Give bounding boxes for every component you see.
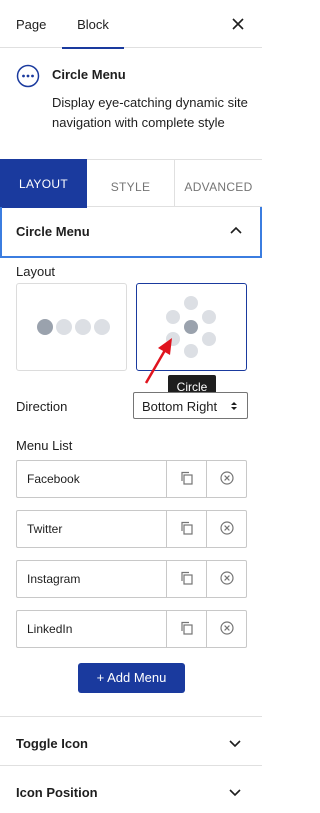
menu-item-row: Instagram xyxy=(16,560,247,598)
chevron-down-icon xyxy=(229,740,241,748)
duplicate-button[interactable] xyxy=(166,610,207,648)
duplicate-button[interactable] xyxy=(166,510,207,548)
copy-icon xyxy=(181,571,193,585)
direction-select[interactable]: Bottom Right xyxy=(133,392,248,419)
toggle-icon-section[interactable]: Toggle Icon xyxy=(0,716,262,766)
remove-circle-icon xyxy=(220,621,234,635)
copy-icon xyxy=(181,621,193,635)
menu-item-name[interactable]: LinkedIn xyxy=(27,622,72,636)
add-menu-button[interactable]: + Add Menu xyxy=(78,663,185,693)
icon-position-section[interactable]: Icon Position xyxy=(0,765,262,813)
remove-button[interactable] xyxy=(206,510,247,548)
menu-item-row: LinkedIn xyxy=(16,610,247,648)
copy-icon xyxy=(181,471,193,485)
duplicate-button[interactable] xyxy=(166,460,207,498)
remove-button[interactable] xyxy=(206,460,247,498)
copy-icon xyxy=(181,521,193,535)
menu-list-label: Menu List xyxy=(16,438,73,453)
remove-button[interactable] xyxy=(206,610,247,648)
select-caret-icon xyxy=(231,402,237,410)
menu-item-row: Facebook xyxy=(16,460,247,498)
remove-circle-icon xyxy=(220,521,234,535)
menu-item-row: Twitter xyxy=(16,510,247,548)
remove-circle-icon xyxy=(220,471,234,485)
section-title: Toggle Icon xyxy=(16,736,88,751)
menu-item-name[interactable]: Twitter xyxy=(27,522,62,536)
remove-button[interactable] xyxy=(206,560,247,598)
direction-value: Bottom Right xyxy=(142,399,218,414)
menu-item-name[interactable]: Facebook xyxy=(27,472,80,486)
duplicate-button[interactable] xyxy=(166,560,207,598)
remove-circle-icon xyxy=(220,571,234,585)
section-title: Icon Position xyxy=(16,785,98,800)
direction-label: Direction xyxy=(16,399,68,414)
menu-item-name[interactable]: Instagram xyxy=(27,572,80,586)
chevron-down-icon xyxy=(229,789,241,797)
